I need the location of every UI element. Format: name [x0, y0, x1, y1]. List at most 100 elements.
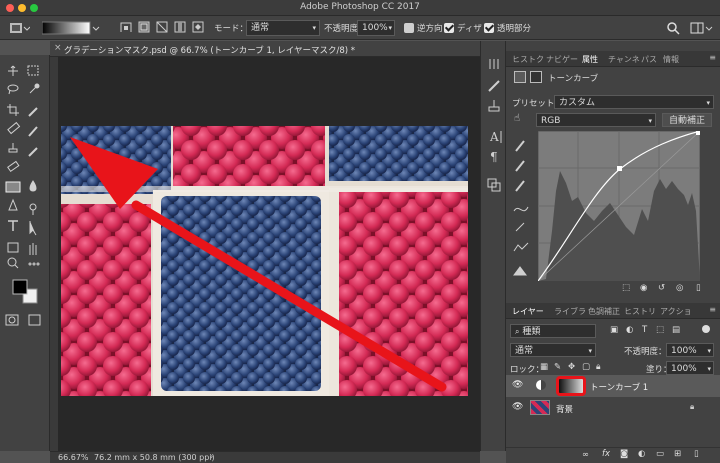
blend-mode-select[interactable]: 通常 ▾ [510, 343, 596, 357]
lock-artboard-icon[interactable]: ▢ [582, 362, 590, 372]
quick-mask-icon[interactable] [5, 314, 19, 326]
view-previous-icon[interactable]: ◉ [640, 283, 647, 293]
filter-toggle[interactable] [702, 325, 710, 333]
layer-opacity-input[interactable]: 100% ▾ [666, 343, 714, 357]
delete-icon[interactable]: ▯ [696, 283, 701, 293]
document-tab[interactable]: × グラデーションマスク.psd @ 66.7% (トーンカーブ 1, レイヤー… [50, 41, 480, 57]
new-adjustment-icon[interactable]: ◐ [638, 449, 645, 459]
crop-tool-icon[interactable] [7, 104, 19, 116]
lock-transparent-icon[interactable]: ▦ [540, 362, 548, 372]
transparency-checkbox[interactable] [484, 22, 494, 38]
opacity-input[interactable]: 100% ▾ [357, 20, 395, 36]
filter-smart-object-icon[interactable]: ▤ [672, 325, 680, 335]
curve-point[interactable] [617, 166, 622, 171]
gradient-picker[interactable] [41, 20, 100, 36]
eyedropper-tool-icon[interactable] [28, 107, 38, 117]
shape-tool-icon[interactable] [7, 242, 19, 253]
preset-select[interactable]: カスタム ▾ [554, 95, 714, 109]
close-tab-icon[interactable]: × [54, 43, 62, 53]
tab-adjustments[interactable]: 色調補正 [588, 306, 620, 317]
lock-image-icon[interactable]: ✎ [554, 362, 561, 372]
blur-tool-icon[interactable] [29, 180, 37, 192]
target-adjust-icon[interactable]: ☝ [514, 113, 520, 124]
diamond-gradient-icon[interactable] [192, 20, 204, 36]
tab-actions[interactable]: アクショ [660, 306, 692, 317]
clip-to-layer-icon[interactable]: ⬚ [622, 283, 630, 293]
filter-pixel-icon[interactable]: ▣ [610, 325, 618, 335]
delete-layer-icon[interactable]: ▯ [694, 449, 699, 459]
lasso-tool-icon[interactable] [7, 84, 19, 95]
brush-tool-icon[interactable] [28, 126, 38, 137]
type-tool-icon[interactable] [8, 220, 18, 231]
white-point-eyedropper-icon[interactable] [515, 180, 525, 192]
layer-mask-thumbnail[interactable] [556, 376, 586, 396]
lock-position-icon[interactable]: ✥ [568, 362, 575, 372]
dither-checkbox-box[interactable] [444, 23, 454, 33]
curves-graph[interactable] [538, 131, 700, 281]
layer-filter-select[interactable]: ⌕ 種類 [510, 324, 596, 338]
dodge-tool-icon[interactable] [29, 203, 37, 215]
fill-input[interactable]: 100% ▾ [666, 361, 714, 375]
channel-select[interactable]: RGB ▾ [536, 113, 656, 127]
workspace-icon[interactable] [690, 20, 714, 36]
history-brush-tool-icon[interactable] [28, 147, 38, 157]
layer-row-curves[interactable]: 👁︎ トーンカーブ 1 [506, 375, 720, 397]
layer-row-background[interactable]: 👁︎ 背景 🔒︎ [506, 397, 720, 419]
smooth-curve-icon[interactable] [513, 242, 529, 252]
eye-icon[interactable]: 👁︎ [512, 380, 523, 390]
linear-gradient-icon[interactable] [120, 20, 132, 36]
tab-channels[interactable]: チャンネ [608, 54, 640, 65]
reflected-gradient-icon[interactable] [174, 20, 186, 36]
reverse-checkbox-box[interactable] [404, 23, 414, 33]
search-icon[interactable] [666, 20, 680, 36]
link-layers-icon[interactable]: ∞ [582, 450, 589, 460]
hand-tool-icon[interactable] [29, 243, 37, 255]
filter-shape-icon[interactable]: ⬚ [656, 325, 664, 335]
screen-mode-icon[interactable] [28, 314, 41, 326]
foreground-background-colors[interactable] [12, 279, 38, 304]
gradient-tool-preset-icon[interactable] [8, 20, 31, 36]
character-icon[interactable]: A [489, 130, 502, 144]
healing-brush-tool-icon[interactable] [7, 121, 21, 135]
auto-button[interactable]: 自動補正 [662, 113, 712, 127]
clipping-warning-icon[interactable] [513, 266, 527, 276]
marquee-tool-icon[interactable] [27, 65, 39, 76]
clone-source-icon[interactable] [488, 100, 500, 112]
gray-point-eyedropper-icon[interactable] [515, 160, 525, 172]
panel-menu-icon[interactable]: ≡ [709, 305, 716, 314]
mode-select[interactable]: 通常 ▾ [246, 20, 320, 36]
3d-icon[interactable] [487, 178, 501, 192]
quick-select-tool-icon[interactable] [29, 83, 40, 94]
pen-tool-icon[interactable] [8, 198, 18, 211]
transparency-checkbox-box[interactable] [484, 23, 494, 33]
visibility-icon[interactable]: ◎ [676, 283, 683, 293]
tab-navigator[interactable]: ナビゲー [546, 54, 578, 65]
curve-endpoint[interactable] [696, 131, 700, 135]
move-tool-icon[interactable] [8, 65, 18, 76]
paragraph-icon[interactable]: ¶ [490, 150, 498, 164]
tab-properties[interactable]: 属性 [582, 54, 598, 65]
tab-libraries[interactable]: ライブラ [554, 306, 586, 317]
panel-menu-icon[interactable]: ≡ [709, 53, 716, 62]
tab-info[interactable]: 情報 [663, 54, 679, 65]
gradient-tool-icon[interactable] [5, 181, 21, 193]
new-group-icon[interactable]: ▭ [656, 449, 664, 459]
lock-all-icon[interactable]: 🔒︎ [596, 362, 601, 372]
brushes-icon[interactable] [488, 80, 500, 92]
pencil-draw-icon[interactable] [515, 222, 525, 232]
tab-history[interactable]: ヒストク [512, 54, 544, 65]
layer-style-icon[interactable]: fx [602, 449, 610, 459]
tab-layers[interactable]: レイヤー [512, 306, 544, 317]
dither-checkbox[interactable] [444, 22, 454, 38]
eraser-tool-icon[interactable] [7, 160, 20, 173]
tab-paths[interactable]: パス [641, 54, 657, 65]
tool-presets-icon[interactable] [489, 59, 499, 69]
tab-history-2[interactable]: ヒストリ [624, 306, 656, 317]
reverse-checkbox[interactable] [404, 22, 414, 38]
edit-points-icon[interactable] [513, 206, 529, 212]
filter-type-icon[interactable]: T [642, 325, 647, 335]
radial-gradient-icon[interactable] [138, 20, 150, 36]
status-menu-icon[interactable]: › [210, 452, 213, 461]
new-layer-icon[interactable]: ⊞ [674, 449, 681, 459]
black-point-eyedropper-icon[interactable] [515, 140, 525, 152]
